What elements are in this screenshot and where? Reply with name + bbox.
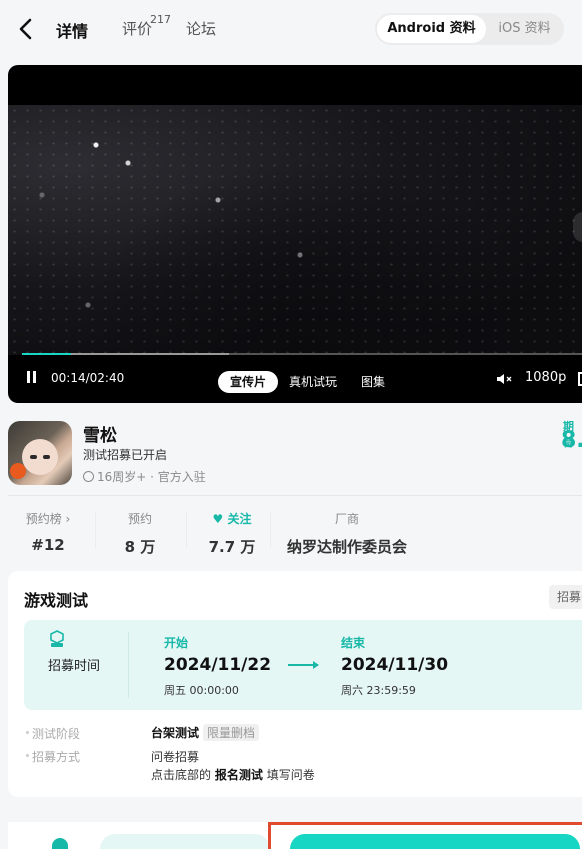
video-time: 00:14/02:40 bbox=[51, 371, 125, 385]
recruit-period: 招募时间 开始 2024/11/22 周五 00:00:00 结束 2024/1… bbox=[24, 620, 582, 710]
top-nav: 详情 评价 217 论坛 Android 资料 iOS 资料 bbox=[0, 0, 582, 58]
stat-value: 8 万 bbox=[124, 538, 156, 556]
bottom-action-bar bbox=[8, 822, 582, 849]
tab-gallery[interactable]: 图集 bbox=[361, 371, 385, 393]
game-meta: 16周岁+ · 官方入驻 bbox=[83, 468, 206, 485]
game-meta-text: 16周岁+ · 官方入驻 bbox=[97, 470, 206, 484]
heart-plus-icon: ♥ bbox=[212, 512, 224, 526]
stat-developer[interactable]: 厂商 纳罗达制作委员会 bbox=[282, 510, 412, 557]
stat-reservations: 预约 8 万 bbox=[118, 510, 162, 557]
recruit-time-label: 招募时间 bbox=[48, 659, 101, 674]
forum-icon[interactable] bbox=[52, 838, 68, 849]
period-separator bbox=[128, 632, 129, 698]
stat-value: 纳罗达制作委员会 bbox=[286, 538, 407, 556]
stat-label: 预约榜 › bbox=[25, 512, 71, 526]
test-stage-label: 测试阶段 bbox=[25, 727, 81, 741]
video-frame bbox=[8, 105, 582, 355]
game-title: 雪松 bbox=[83, 426, 117, 446]
tab-details-label: 详情 bbox=[56, 22, 89, 41]
stat-label: 预约 bbox=[127, 512, 152, 526]
arrow-right-icon bbox=[288, 661, 319, 669]
stat-ranking[interactable]: 预约榜 › #12 bbox=[22, 510, 74, 554]
platform-switch: Android 资料 iOS 资料 bbox=[375, 13, 564, 45]
recruit-method-hint: 点击底部的 报名测试 填写问卷 bbox=[151, 768, 315, 782]
secondary-action-button[interactable] bbox=[100, 834, 270, 849]
video-player[interactable]: 00:14/02:40 宣传片 真机试玩 图集 1080p bbox=[8, 65, 582, 403]
carousel-next-handle[interactable] bbox=[573, 212, 582, 242]
start-time: 周五 00:00:00 bbox=[164, 684, 239, 697]
stat-separator bbox=[186, 512, 187, 548]
tab-trailer[interactable]: 宣传片 bbox=[218, 371, 278, 393]
stat-separator bbox=[270, 512, 271, 548]
recruit-method-value: 问卷招募 bbox=[151, 750, 200, 764]
game-info: 雪松 测试招募已开启 16周岁+ · 官方入驻 期待 8. bbox=[0, 410, 582, 496]
check-circle-icon bbox=[83, 471, 94, 482]
tab-reviews[interactable]: 评价 bbox=[122, 18, 152, 39]
mute-icon[interactable] bbox=[496, 372, 512, 386]
test-stage-value: 台架测试 限量删档 bbox=[151, 724, 260, 741]
review-count: 217 bbox=[150, 13, 171, 26]
resolution-button[interactable]: 1080p bbox=[525, 370, 566, 385]
video-progress-bar[interactable] bbox=[22, 353, 582, 355]
game-icon bbox=[8, 421, 72, 485]
stage-chip: 限量删档 bbox=[203, 724, 260, 741]
stat-label: 厂商 bbox=[334, 512, 359, 526]
android-info-button[interactable]: Android 资料 bbox=[377, 15, 486, 43]
divider bbox=[8, 495, 582, 496]
rating-value: 8. bbox=[561, 428, 582, 453]
tab-forum[interactable]: 论坛 bbox=[186, 18, 216, 39]
ios-info-button[interactable]: iOS 资料 bbox=[487, 15, 562, 43]
end-date: 2024/11/30 bbox=[341, 655, 449, 675]
game-status: 测试招募已开启 bbox=[83, 448, 168, 462]
pause-icon[interactable] bbox=[26, 371, 38, 385]
recruit-method-label: 招募方式 bbox=[25, 750, 81, 764]
beta-badge-icon bbox=[50, 630, 64, 647]
primary-action-button[interactable] bbox=[290, 834, 580, 849]
card-title: 游戏测试 bbox=[24, 591, 89, 610]
recruit-status-tag: 招募中 bbox=[549, 585, 582, 609]
fullscreen-icon[interactable] bbox=[578, 372, 582, 386]
back-arrow-icon[interactable] bbox=[16, 17, 38, 41]
start-date: 2024/11/22 bbox=[164, 655, 272, 675]
stat-value: #12 bbox=[31, 536, 65, 554]
game-test-card: 游戏测试 招募中 招募时间 开始 2024/11/22 周五 00:00:00 … bbox=[8, 571, 582, 797]
tab-gameplay[interactable]: 真机试玩 bbox=[289, 371, 337, 393]
start-label: 开始 bbox=[164, 636, 189, 650]
stat-value: 7.7 万 bbox=[208, 538, 256, 556]
end-label: 结束 bbox=[341, 636, 366, 650]
stat-separator bbox=[95, 512, 96, 548]
follow-label: ♥ 关注 bbox=[212, 512, 252, 526]
end-time: 周六 23:59:59 bbox=[341, 684, 416, 697]
stat-follow[interactable]: ♥ 关注 7.7 万 bbox=[206, 510, 258, 557]
video-progress-fill bbox=[22, 353, 71, 355]
tab-details[interactable]: 详情 bbox=[55, 18, 92, 42]
